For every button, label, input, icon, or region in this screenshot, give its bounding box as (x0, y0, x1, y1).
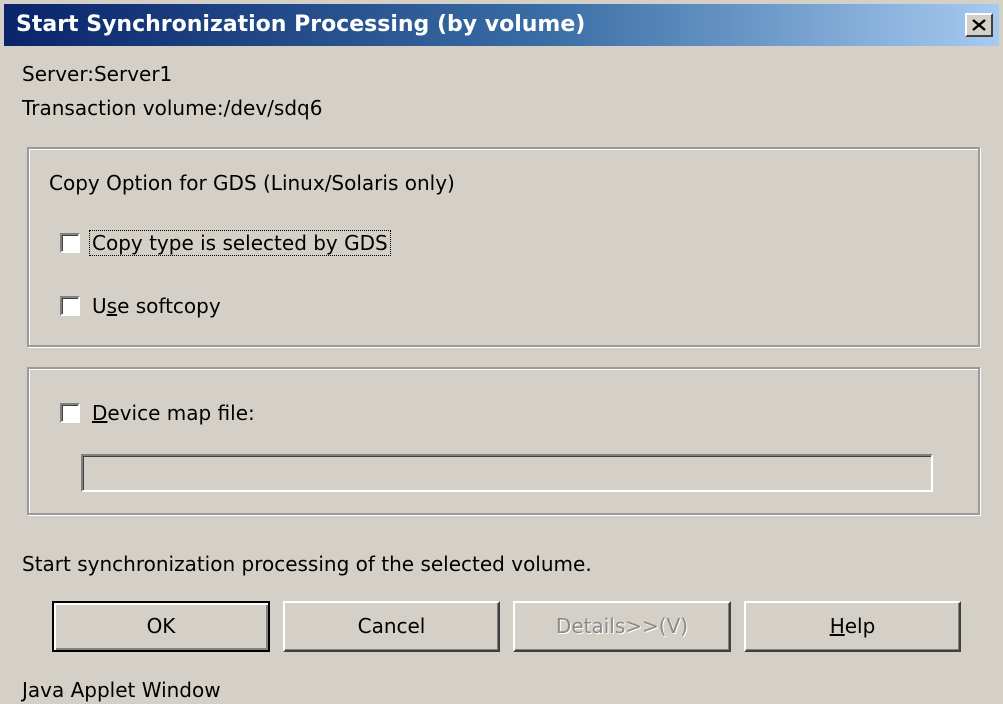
status-message: Start synchronization processing of the … (22, 552, 592, 576)
footer-label: Java Applet Window (22, 678, 221, 702)
device-map-label-post: evice map file: (107, 401, 255, 425)
softcopy-label-pre: U (92, 294, 107, 318)
window-title: Start Synchronization Processing (by vol… (16, 12, 586, 37)
transaction-volume-info: Transaction volume:/dev/sdq6 (22, 96, 323, 120)
ok-button[interactable]: OK (52, 601, 270, 652)
server-info: Server:Server1 (22, 62, 173, 86)
copy-option-label: Copy Option for GDS (Linux/Solaris only) (49, 171, 455, 195)
device-map-label: Device map file: (90, 401, 257, 425)
device-map-row[interactable]: Device map file: (60, 401, 257, 425)
help-mnemonic: H (829, 614, 845, 638)
help-button[interactable]: Help (744, 601, 961, 652)
copy-type-label-text: Copy type is selected by GDS (92, 231, 388, 255)
copy-type-label: Copy type is selected by GDS (89, 230, 391, 256)
device-map-panel: Device map file: (27, 367, 980, 515)
softcopy-label-mnemonic: s (106, 294, 118, 318)
dialog-window: Start Synchronization Processing (by vol… (0, 0, 1003, 704)
softcopy-label: Use softcopy (90, 294, 223, 318)
copy-type-checkbox[interactable] (60, 233, 80, 253)
copy-type-row[interactable]: Copy type is selected by GDS (60, 230, 391, 256)
cancel-button[interactable]: Cancel (283, 601, 500, 652)
softcopy-label-post: e softcopy (117, 294, 221, 318)
softcopy-row[interactable]: Use softcopy (60, 294, 223, 318)
softcopy-checkbox[interactable] (60, 296, 80, 316)
device-map-path-field[interactable] (81, 454, 933, 492)
close-icon (972, 19, 986, 31)
help-label-post: elp (844, 614, 876, 638)
copy-option-panel: Copy Option for GDS (Linux/Solaris only)… (27, 147, 980, 347)
details-button[interactable]: Details>>(V) (513, 601, 731, 652)
device-map-label-mnemonic: D (92, 401, 108, 425)
close-button[interactable] (965, 13, 993, 37)
title-bar[interactable]: Start Synchronization Processing (by vol… (4, 4, 999, 46)
device-map-checkbox[interactable] (60, 403, 80, 423)
